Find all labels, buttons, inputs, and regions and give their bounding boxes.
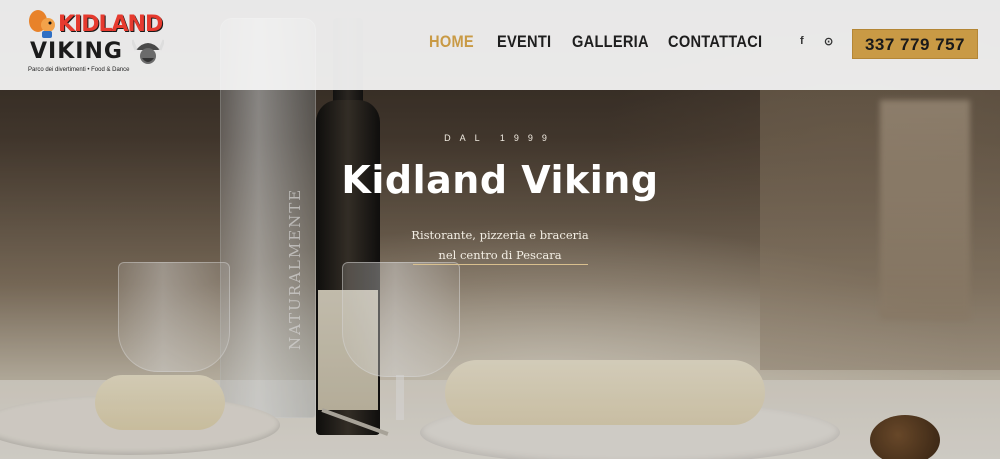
facebook-icon[interactable]: f (800, 35, 804, 47)
logo-tagline: Parco dei divertimenti • Food & Dance (28, 67, 130, 73)
hero-divider (413, 264, 588, 265)
tripadvisor-icon[interactable]: ⊙ (824, 35, 833, 48)
phone-call-button[interactable]: 337 779 757 (852, 29, 978, 59)
viking-mascot-icon (132, 39, 164, 64)
hero-subtitle-line1: Ristorante, pizzeria e braceria (411, 228, 589, 242)
hero-subtitle: Ristorante, pizzeria e braceria nel cent… (370, 225, 630, 265)
logo-word-bottom: VIKING (30, 39, 123, 64)
squirrel-mascot-icon (29, 10, 55, 38)
logo-word-top: KIDLAND (58, 12, 163, 37)
nav-item-eventi[interactable]: EVENTI (497, 32, 551, 52)
site-header: KIDLAND VIKING Parco dei divertimenti • … (0, 0, 1000, 90)
hero-eyebrow: DAL 1999 (444, 133, 556, 143)
nav-item-contattaci[interactable]: CONTATTACI (668, 32, 762, 52)
site-logo[interactable]: KIDLAND VIKING Parco dei divertimenti • … (28, 6, 164, 84)
hero-subtitle-line2: nel centro di Pescara (438, 248, 562, 262)
hero-title: Kidland Viking (341, 158, 659, 202)
nav-item-home[interactable]: HOME (429, 32, 474, 52)
nav-item-galleria[interactable]: GALLERIA (572, 32, 649, 52)
logo-letters: KIDLAND (58, 12, 163, 37)
